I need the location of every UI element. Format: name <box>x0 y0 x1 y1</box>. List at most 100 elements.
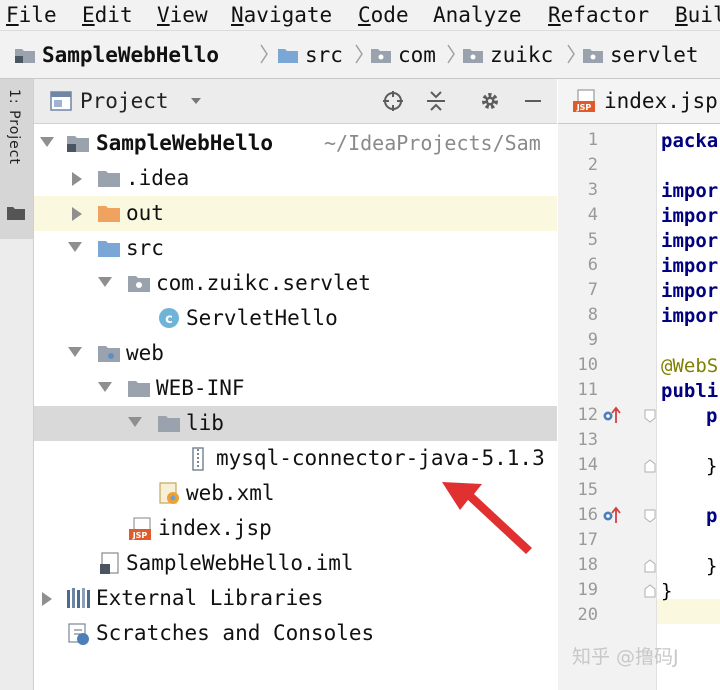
line-number: 13 <box>577 430 598 450</box>
code-line: p <box>706 505 718 527</box>
excluded-folder-icon <box>98 206 120 222</box>
tree-row-root[interactable]: SampleWebHello ~/IdeaProjects/Sam <box>34 126 557 161</box>
code-line: packa <box>661 130 719 152</box>
expand-arrow-icon[interactable] <box>68 347 82 357</box>
project-folder-icon <box>15 48 35 63</box>
breadcrumb-item-servlet[interactable]: servlet <box>582 31 699 78</box>
code-line: p <box>706 405 718 427</box>
fold-marker-icon[interactable] <box>644 459 656 473</box>
line-number: 15 <box>577 480 598 500</box>
jar-file-icon <box>192 447 204 471</box>
code-line: impor <box>661 305 719 327</box>
expand-arrow-icon[interactable] <box>40 137 54 147</box>
code-line: impor <box>661 180 719 202</box>
fold-marker-icon[interactable] <box>644 509 656 523</box>
line-number: 8 <box>587 305 598 325</box>
library-icon <box>67 588 90 608</box>
collapsed-arrow-icon[interactable] <box>72 172 82 186</box>
chevron-right-icon <box>447 44 455 64</box>
svg-text:JSP: JSP <box>132 531 148 540</box>
web-folder-icon <box>98 346 120 362</box>
gear-icon[interactable] <box>479 90 501 112</box>
menu-build[interactable]: Buil <box>675 0 720 30</box>
menu-file[interactable]: File <box>6 0 57 30</box>
project-tool-tab[interactable]: 1: Project <box>0 79 33 239</box>
svg-text:JSP: JSP <box>576 103 592 112</box>
override-marker-icon[interactable] <box>602 504 622 526</box>
expand-arrow-icon[interactable] <box>98 382 112 392</box>
scratches-icon <box>68 623 89 645</box>
chevron-right-icon <box>355 44 363 64</box>
line-number: 6 <box>587 255 598 275</box>
package-folder-icon <box>583 48 603 63</box>
watermark: 知乎 @撸码J <box>572 646 679 668</box>
line-number: 5 <box>587 230 598 250</box>
tree-row-scratches[interactable]: Scratches and Consoles <box>34 616 557 651</box>
menu-edit[interactable]: Edit <box>82 0 133 30</box>
override-marker-icon[interactable] <box>602 404 622 426</box>
code-line: impor <box>661 230 719 252</box>
tree-row-idea[interactable]: .idea <box>34 161 557 196</box>
code-line: impor <box>661 205 719 227</box>
line-number: 2 <box>587 155 598 175</box>
menu-navigate[interactable]: Navigate <box>231 0 332 30</box>
code-line: impor <box>661 255 719 277</box>
tree-row-class[interactable]: c ServletHello <box>34 301 557 336</box>
package-folder-icon <box>128 276 150 292</box>
line-number: 18 <box>577 555 598 575</box>
breadcrumb-item-src[interactable]: src <box>277 31 343 78</box>
menu-refactor[interactable]: Refactor <box>548 0 649 30</box>
folder-icon <box>278 48 298 63</box>
fold-marker-icon[interactable] <box>644 409 656 423</box>
line-number: 9 <box>587 330 598 350</box>
line-number: 1 <box>587 130 598 150</box>
line-number: 11 <box>577 380 598 400</box>
tree-row-package[interactable]: com.zuikc.servlet <box>34 266 557 301</box>
folder-icon <box>7 207 25 220</box>
package-folder-icon <box>463 48 483 63</box>
fold-marker-icon[interactable] <box>644 584 656 598</box>
expand-arrow-icon[interactable] <box>68 242 82 252</box>
breadcrumb-item-zuikc[interactable]: zuikc <box>462 31 553 78</box>
expand-arrow-icon[interactable] <box>98 277 112 287</box>
tree-row-lib[interactable]: lib <box>34 406 557 441</box>
locate-file-icon[interactable] <box>382 90 404 112</box>
collapsed-arrow-icon[interactable] <box>72 207 82 221</box>
tree-row-web-inf[interactable]: WEB-INF <box>34 371 557 406</box>
line-number: 17 <box>577 530 598 550</box>
project-view-selector[interactable]: Project <box>80 79 169 123</box>
project-panel-header: Project <box>34 79 557 124</box>
menu-view[interactable]: View <box>157 0 208 30</box>
chevron-right-icon <box>567 44 575 64</box>
tool-window-strip: 1: Project <box>0 79 34 690</box>
breadcrumb-item-project[interactable]: SampleWebHello <box>14 31 219 78</box>
package-folder-icon <box>371 48 391 63</box>
chevron-down-icon[interactable] <box>190 97 202 106</box>
jsp-file-icon: JSP <box>573 89 595 112</box>
line-number: 3 <box>587 180 598 200</box>
breadcrumb-item-com[interactable]: com <box>370 31 436 78</box>
fold-marker-icon[interactable] <box>644 559 656 573</box>
breadcrumb: SampleWebHello src com zuikc servlet <box>0 31 720 79</box>
tab-index-jsp[interactable]: JSP index.jsp <box>558 79 720 123</box>
collapsed-arrow-icon[interactable] <box>42 592 52 606</box>
chevron-right-icon <box>260 44 268 64</box>
tree-row-src[interactable]: src <box>34 231 557 266</box>
expand-arrow-icon[interactable] <box>128 417 142 427</box>
code-line: impor <box>661 280 719 302</box>
source-folder-icon <box>98 241 120 257</box>
code-line: @WebS <box>661 355 719 377</box>
line-number: 20 <box>577 605 598 625</box>
code-editor[interactable]: packa impor impor impor impor impor impo… <box>657 124 720 690</box>
menu-code[interactable]: Code <box>358 0 409 30</box>
minimize-icon[interactable] <box>523 90 543 112</box>
line-number: 19 <box>577 580 598 600</box>
svg-text:c: c <box>165 312 173 327</box>
code-line: } <box>661 580 673 602</box>
tree-row-web[interactable]: web <box>34 336 557 371</box>
tree-row-external-libraries[interactable]: External Libraries <box>34 581 557 616</box>
tree-row-out[interactable]: out <box>34 196 557 231</box>
menu-analyze[interactable]: Analyze <box>433 0 522 30</box>
folder-icon <box>128 381 150 397</box>
collapse-all-icon[interactable] <box>425 90 447 112</box>
